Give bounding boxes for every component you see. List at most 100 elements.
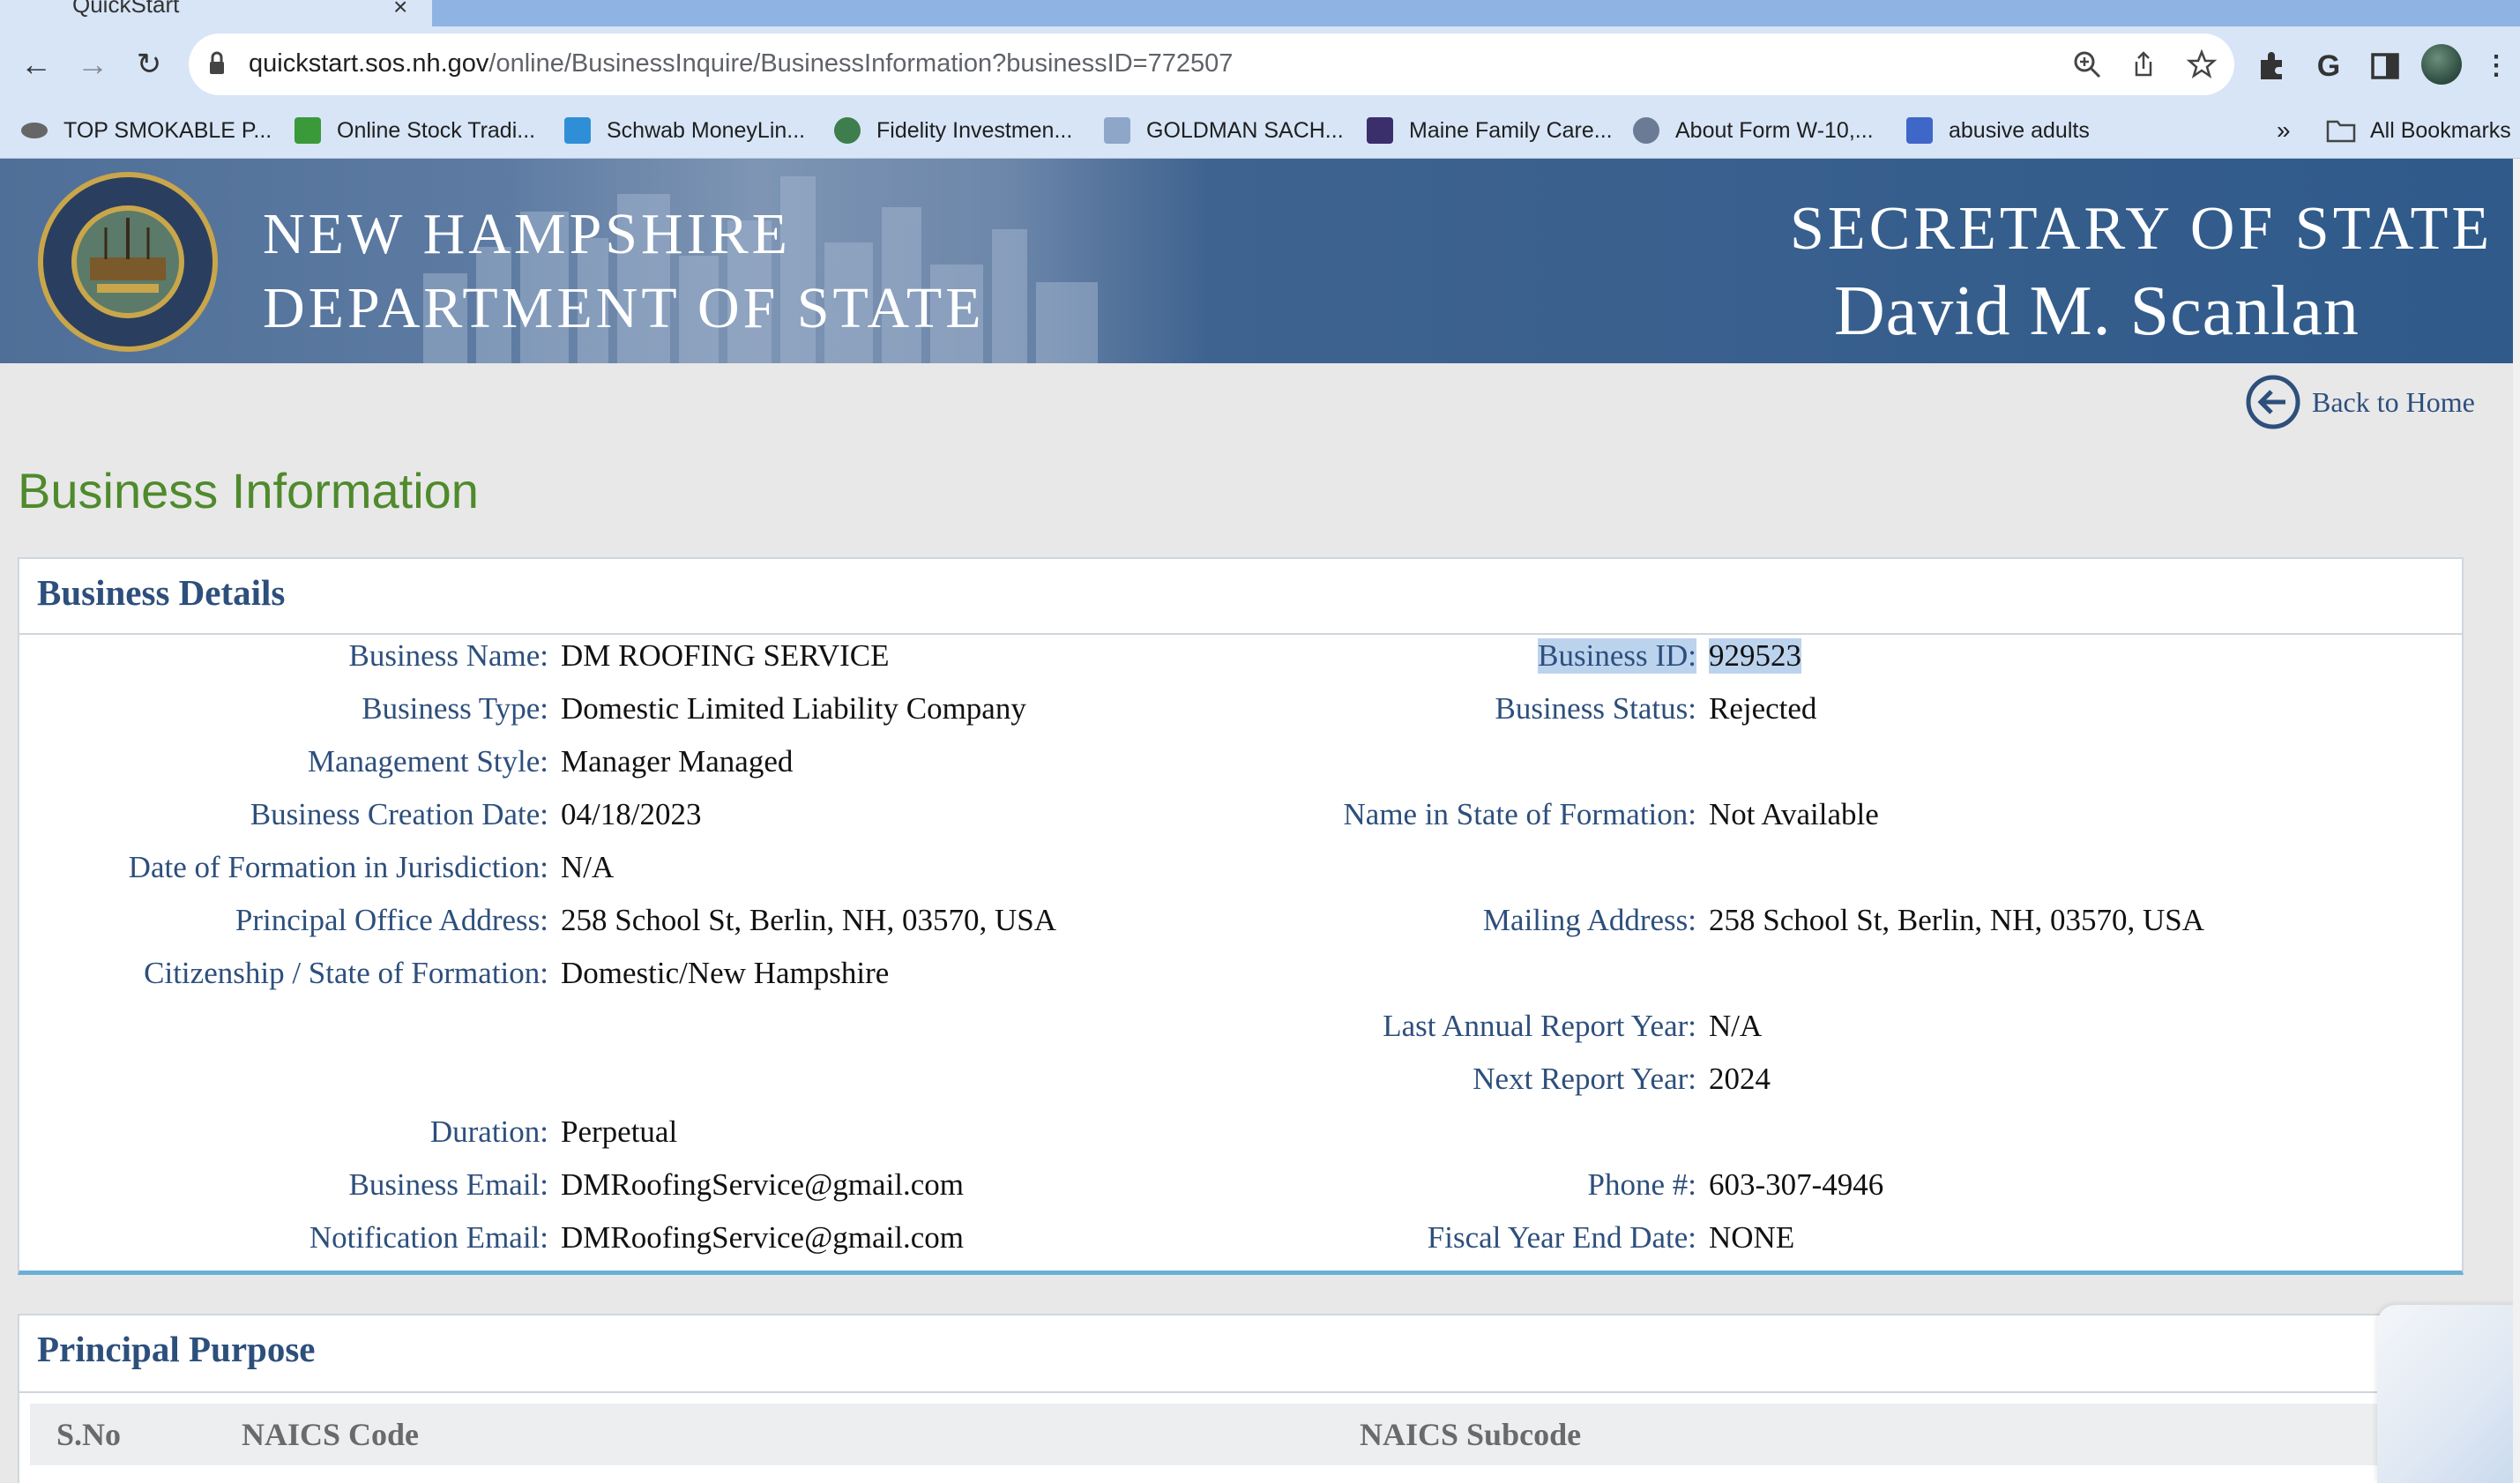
field-value: 258 School St, Berlin, NH, 03570, USA (561, 903, 1056, 937)
sidepanel-icon[interactable] (2365, 46, 2405, 86)
tab-title: QuickStart (72, 0, 180, 18)
td-icon (294, 117, 321, 144)
bookmark-label: Online Stock Tradi... (337, 117, 536, 143)
field-label: Business Email: (348, 1167, 548, 1202)
field-label: Date of Formation in Jurisdiction: (128, 850, 548, 884)
back-arrow-icon[interactable]: ← (16, 44, 56, 85)
bookmark-item[interactable]: abusive adults (1906, 113, 2090, 148)
browser-tab[interactable]: QuickStart × (0, 0, 432, 26)
site-banner: NEW HAMPSHIRE DEPARTMENT OF STATE SECRET… (0, 159, 2513, 363)
bookmark-label: Fidelity Investmen... (876, 117, 1073, 143)
field-value: Domestic/New Hampshire (561, 956, 890, 990)
bookmark-label: TOP SMOKABLE P... (63, 117, 272, 143)
schwab-icon (564, 117, 591, 144)
pt-icon (1906, 117, 1933, 144)
star-icon[interactable] (2183, 46, 2220, 83)
bookmark-item[interactable]: GOLDMAN SACH... (1104, 113, 1344, 148)
back-to-home-link[interactable]: Back to Home (2245, 374, 2475, 430)
kebab-menu-icon[interactable]: ⋮ (2476, 46, 2516, 86)
field-label: Business Type: (362, 691, 548, 726)
field-label: Citizenship / State of Formation: (144, 956, 548, 990)
url-text: quickstart.sos.nh.gov/online/BusinessInq… (249, 49, 1233, 78)
bookmark-label: GOLDMAN SACH... (1146, 117, 1344, 143)
panel-header: Principal Purpose (19, 1315, 2462, 1393)
back-arrow-circle-icon (2246, 375, 2300, 429)
tab-close-icon[interactable]: × (393, 0, 407, 21)
field-label: Business Creation Date: (250, 797, 548, 831)
column-header-sno: S.No (56, 1417, 122, 1452)
eye-icon (21, 123, 48, 138)
officer-name: David M. Scanlan (1834, 272, 2360, 350)
principal-purpose-panel: Principal Purpose S.No NAICS Code NAICS … (18, 1314, 2464, 1483)
back-to-home-label: Back to Home (2312, 385, 2475, 418)
address-bar[interactable]: quickstart.sos.nh.gov/online/BusinessInq… (189, 34, 2234, 95)
forward-arrow-icon[interactable]: → (72, 44, 113, 85)
field-label: Mailing Address: (1482, 903, 1696, 937)
department-line1: NEW HAMPSHIRE (263, 202, 791, 266)
field-value: DMRoofingService@gmail.com (561, 1220, 965, 1255)
field-value: 04/18/2023 (561, 797, 702, 831)
bookmarks-overflow-button[interactable]: » (2277, 113, 2291, 148)
field-label: Principal Office Address: (235, 903, 548, 937)
bookmark-item[interactable]: TOP SMOKABLE P... (21, 113, 272, 148)
field-value: DM ROOFING SERVICE (561, 638, 890, 673)
scrollbar[interactable] (2513, 159, 2520, 1483)
field-value: Not Available (1709, 797, 1879, 831)
field-value: Manager Managed (561, 744, 794, 779)
reload-icon[interactable]: ↻ (129, 44, 169, 85)
bookmark-label: abusive adults (1949, 117, 2090, 143)
state-seal-logo (38, 172, 218, 352)
field-value: Rejected (1709, 691, 1817, 726)
bookmark-item[interactable]: About Form W-10,... (1633, 113, 1874, 148)
url-domain: quickstart.sos.nh.gov (249, 49, 489, 78)
field-value: 2024 (1709, 1062, 1771, 1096)
folder-icon (2326, 120, 2356, 143)
table-header: S.No NAICS Code NAICS Subcode (30, 1404, 2455, 1465)
profile-avatar[interactable] (2421, 44, 2462, 85)
field-value: N/A (561, 850, 615, 884)
field-label: Business Status: (1495, 691, 1696, 726)
bookmark-label: Maine Family Care... (1409, 117, 1613, 143)
field-value: NONE (1709, 1220, 1795, 1255)
business-details-panel: Business Details Business Name: DM ROOFIN… (18, 557, 2464, 1275)
zoom-icon[interactable] (2069, 46, 2106, 83)
browser-toolbar: ← → ↻ quickstart.sos.nh.gov/online/Busin… (0, 26, 2520, 102)
field-label: Management Style: (307, 744, 548, 779)
bookmark-item[interactable]: Online Stock Tradi... (294, 113, 535, 148)
fidelity-icon (834, 117, 861, 144)
field-label: Phone #: (1587, 1167, 1696, 1202)
field-label: Fiscal Year End Date: (1427, 1220, 1696, 1255)
bookmark-label: About Form W-10,... (1675, 117, 1874, 143)
office-title: SECRETARY OF STATE (1790, 195, 2494, 263)
bookmark-label: Schwab MoneyLin... (607, 117, 806, 143)
irs-icon (1633, 117, 1659, 144)
field-value: Domestic Limited Liability Company (561, 691, 1026, 726)
google-icon[interactable]: G (2308, 46, 2349, 86)
field-label: Notification Email: (309, 1220, 548, 1255)
field-value: 603-307-4946 (1709, 1167, 1884, 1202)
share-icon[interactable] (2125, 46, 2162, 83)
all-bookmarks-button[interactable]: All Bookmarks (2326, 113, 2511, 148)
field-label: Next Report Year: (1472, 1062, 1696, 1096)
field-value: 929523 (1709, 638, 1801, 674)
extensions-icon[interactable] (2252, 46, 2293, 86)
tab-strip: QuickStart × (0, 0, 2520, 26)
floating-widget[interactable] (2377, 1305, 2520, 1483)
maine-icon (1367, 117, 1393, 144)
column-header-naics-subcode: NAICS Subcode (1360, 1417, 1582, 1452)
field-value: DMRoofingService@gmail.com (561, 1167, 965, 1202)
lock-icon (210, 51, 224, 74)
field-label: Business Name: (348, 638, 548, 673)
bookmark-item[interactable]: Fidelity Investmen... (834, 113, 1072, 148)
department-title: NEW HAMPSHIRE DEPARTMENT OF STATE (263, 197, 985, 346)
field-value: Perpetual (561, 1114, 678, 1149)
bookmark-item[interactable]: Schwab MoneyLin... (564, 113, 805, 148)
field-value: N/A (1709, 1009, 1763, 1043)
field-label: Last Annual Report Year: (1383, 1009, 1696, 1043)
field-label: Duration: (429, 1114, 548, 1149)
field-label: Business ID: (1538, 638, 1696, 674)
business-details-heading: Business Details (37, 572, 286, 613)
bookmark-item[interactable]: Maine Family Care... (1367, 113, 1613, 148)
field-label: Name in State of Formation: (1343, 797, 1696, 831)
column-header-naics-code: NAICS Code (242, 1417, 420, 1452)
